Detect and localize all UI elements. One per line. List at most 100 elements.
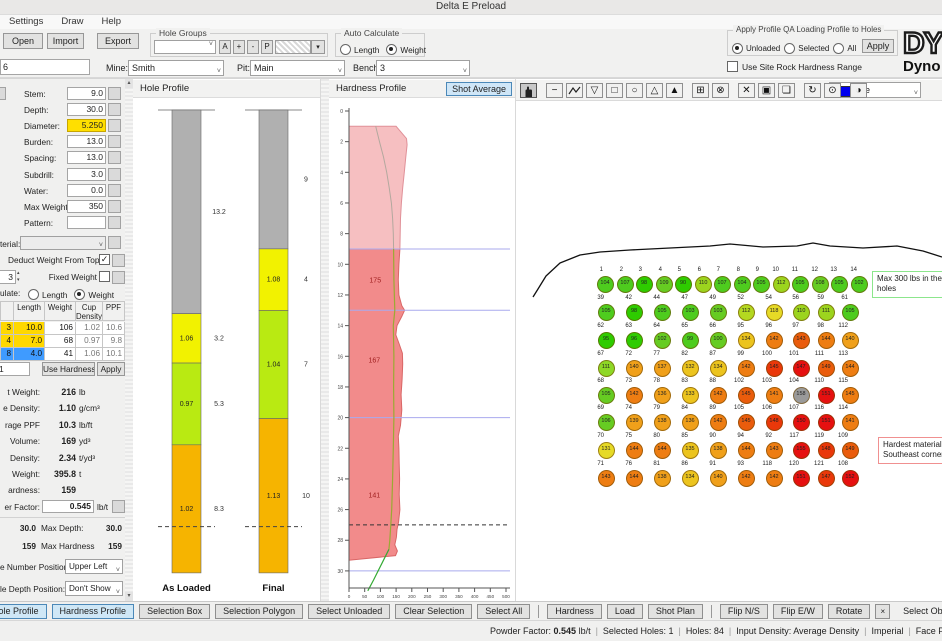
deduct-button[interactable] — [112, 254, 125, 267]
hole-dot[interactable]: 145 — [842, 387, 859, 404]
hole-dot[interactable]: 144 — [626, 442, 643, 459]
hole-dot[interactable]: 150 — [793, 414, 810, 431]
canvas-annotation[interactable]: Hardest materialSoutheast corner — [878, 437, 942, 464]
hole-dot[interactable]: 108 — [812, 276, 829, 293]
hole-dot[interactable]: 140 — [842, 332, 859, 349]
hole-dot[interactable]: 95 — [598, 332, 615, 349]
hole-dot[interactable]: 90 — [675, 276, 692, 293]
hole-dot[interactable]: 111 — [818, 304, 835, 321]
auto-calc-length-radio[interactable]: Length — [340, 44, 379, 55]
hole-dot[interactable]: 133 — [682, 387, 699, 404]
hole-dot[interactable]: 103 — [710, 304, 727, 321]
hole-groups-add-button[interactable]: + — [233, 40, 245, 54]
bottom-hardness-button[interactable]: Hardness — [547, 604, 602, 619]
hole-dot[interactable]: 132 — [682, 360, 699, 377]
polyline-tool-icon[interactable] — [566, 83, 583, 98]
hole-dot[interactable]: 138 — [654, 414, 671, 431]
triangle-filled-tool-icon[interactable]: ▲ — [666, 83, 683, 98]
hole-dot[interactable]: 138 — [654, 470, 671, 487]
hole-dot[interactable]: 141 — [842, 414, 859, 431]
hole-dot[interactable]: 103 — [682, 304, 699, 321]
copy-tool-icon[interactable]: ❏ — [778, 83, 795, 98]
use-site-rock-checkbox[interactable] — [727, 61, 738, 72]
hole-dot[interactable]: 144 — [842, 360, 859, 377]
hole-dot[interactable]: 102 — [654, 332, 671, 349]
param-field-spacing[interactable]: 13.0 — [67, 151, 106, 164]
param-field-subdrill[interactable]: 3.0 — [67, 168, 106, 181]
circle-center-tool-icon[interactable]: ⊙ — [824, 83, 841, 98]
pattern-swatch[interactable] — [275, 40, 311, 54]
hole-dot[interactable]: 118 — [766, 304, 783, 321]
param-field-diameter[interactable]: 5.250 — [67, 119, 106, 132]
bottom-rotate-button[interactable]: Rotate — [828, 604, 871, 619]
hole-dot[interactable]: 98 — [626, 304, 643, 321]
square-tool-icon[interactable]: □ — [606, 83, 623, 98]
hole-dot[interactable]: 140 — [626, 360, 643, 377]
hole-groups-a-button[interactable]: A — [219, 40, 231, 54]
pan-tool-icon[interactable] — [520, 83, 537, 98]
powder-factor-button[interactable] — [112, 500, 125, 513]
hole-dot[interactable]: 140 — [710, 470, 727, 487]
remove-circle-tool-icon[interactable]: ⊗ — [712, 83, 729, 98]
hole-dot[interactable]: 134 — [682, 470, 699, 487]
param-button[interactable] — [108, 87, 121, 100]
hole-dot[interactable]: 110 — [695, 276, 712, 293]
hole-dot[interactable]: 158 — [793, 387, 810, 404]
splitter[interactable]: ▴▾ — [125, 78, 133, 601]
hole-dot[interactable]: 98 — [636, 276, 653, 293]
material-select[interactable]: ˅ — [20, 236, 106, 250]
hole-dot[interactable]: 145 — [766, 360, 783, 377]
bottom---button[interactable]: × — [875, 604, 890, 619]
deck-table-cell[interactable]: 3 — [0, 322, 14, 335]
hole-dot[interactable]: 96 — [626, 332, 643, 349]
hole-dot[interactable]: 134 — [738, 332, 755, 349]
hole-dot[interactable]: 142 — [766, 332, 783, 349]
hole-dot[interactable]: 135 — [682, 442, 699, 459]
hole-dot[interactable]: 134 — [710, 360, 727, 377]
param-field-water[interactable]: 0.0 — [67, 184, 106, 197]
hole-dot[interactable]: 104 — [597, 276, 614, 293]
bottom-select-unloaded-button[interactable]: Select Unloaded — [308, 604, 390, 619]
triangle-outline-tool-icon[interactable]: △ — [646, 83, 663, 98]
deck-table-cell[interactable]: 9.8 — [103, 335, 125, 348]
param-field-burden[interactable]: 13.0 — [67, 135, 106, 148]
fixed-weight-checkbox[interactable] — [99, 271, 110, 282]
canvas-annotation[interactable]: Max 300 lbs in theholes — [872, 271, 942, 298]
hole-dot[interactable]: 143 — [793, 332, 810, 349]
calc-weight-radio[interactable]: Weight — [74, 289, 114, 300]
hole-dot[interactable]: 155 — [793, 442, 810, 459]
deck-table-cell[interactable]: 10.1 — [103, 348, 125, 361]
hole-dot[interactable]: 110 — [793, 304, 810, 321]
param-button[interactable] — [108, 103, 121, 116]
hole-dot[interactable]: 142 — [738, 360, 755, 377]
hole-dot[interactable]: 107 — [714, 276, 731, 293]
deduct-weight-checkbox[interactable]: ✓ — [99, 254, 110, 265]
toolbar-open-button[interactable]: Open — [3, 33, 43, 49]
param-field-depth[interactable]: 30.0 — [67, 103, 106, 116]
hole-dot[interactable]: 148 — [766, 414, 783, 431]
hole-dot[interactable]: 105 — [842, 304, 859, 321]
param-button[interactable] — [108, 151, 121, 164]
hole-dot[interactable]: 109 — [656, 276, 673, 293]
bottom-selection-polygon-button[interactable]: Selection Polygon — [215, 604, 303, 619]
hole-dot[interactable]: 137 — [654, 360, 671, 377]
hole-dot[interactable]: 144 — [654, 442, 671, 459]
hole-dot[interactable]: 142 — [766, 470, 783, 487]
hole-dot[interactable]: 106 — [598, 414, 615, 431]
calc-length-radio[interactable]: Length — [28, 289, 67, 300]
deck-row-field[interactable]: 1 — [0, 362, 30, 376]
hole-dot[interactable]: 149 — [842, 442, 859, 459]
scroll-arrow-icon[interactable]: ▴ — [125, 79, 133, 88]
pattern-dropdown-arrow-icon[interactable]: ▾ — [311, 40, 325, 54]
scroll-arrow-icon[interactable]: ▾ — [125, 592, 133, 601]
hole-dot[interactable]: 148 — [818, 442, 835, 459]
deck-table-cell[interactable]: 7.0 — [14, 335, 45, 348]
hole-dot[interactable]: 112 — [738, 304, 755, 321]
hole-dot[interactable]: 144 — [738, 442, 755, 459]
hole-groups-p-button[interactable]: P — [261, 40, 273, 54]
param-field-pattern[interactable] — [67, 216, 106, 229]
hole-depth-position-select[interactable]: Don't Show˅ — [65, 581, 123, 596]
hole-dot[interactable]: 151 — [818, 387, 835, 404]
menu-draw[interactable]: Draw — [52, 15, 92, 29]
material-button[interactable] — [108, 236, 121, 249]
